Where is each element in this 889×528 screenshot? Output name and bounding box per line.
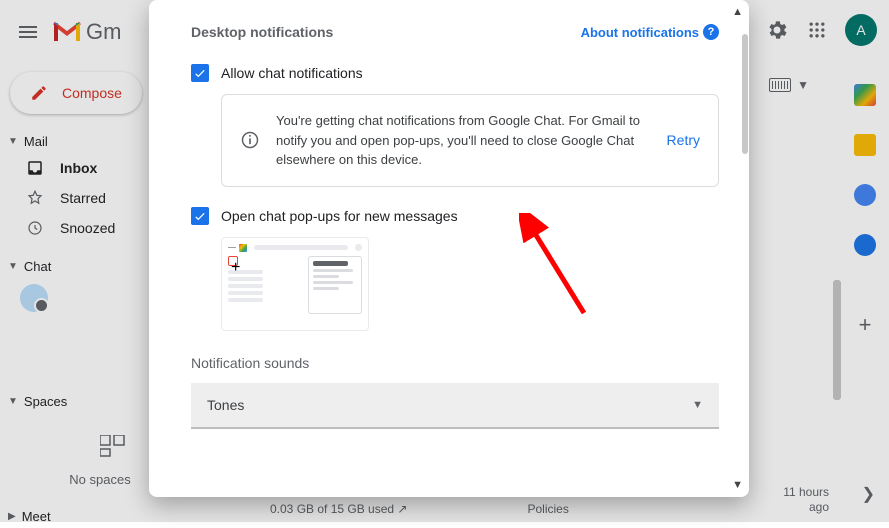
notice-text: You're getting chat notifications from G… xyxy=(276,111,651,170)
dialog-title: Desktop notifications xyxy=(191,24,333,40)
about-notifications-link[interactable]: About notifications ? xyxy=(581,24,719,40)
notice-box: You're getting chat notifications from G… xyxy=(221,94,719,187)
chevron-down-icon: ▼ xyxy=(692,399,703,411)
help-icon: ? xyxy=(703,24,719,40)
allow-chat-label: Allow chat notifications xyxy=(221,65,363,81)
popup-preview-image: + xyxy=(221,237,369,331)
notification-sounds-header: Notification sounds xyxy=(191,355,719,371)
allow-chat-notifications-checkbox[interactable] xyxy=(191,64,209,82)
dropdown-value: Tones xyxy=(207,397,244,413)
notification-sounds-dropdown[interactable]: Tones ▼ xyxy=(191,383,719,429)
retry-button[interactable]: Retry xyxy=(667,132,700,148)
open-popups-label: Open chat pop-ups for new messages xyxy=(221,208,458,224)
info-icon xyxy=(240,130,260,150)
settings-dialog: ▲ ▼ Desktop notifications About notifica… xyxy=(149,0,749,497)
open-popups-checkbox[interactable] xyxy=(191,207,209,225)
